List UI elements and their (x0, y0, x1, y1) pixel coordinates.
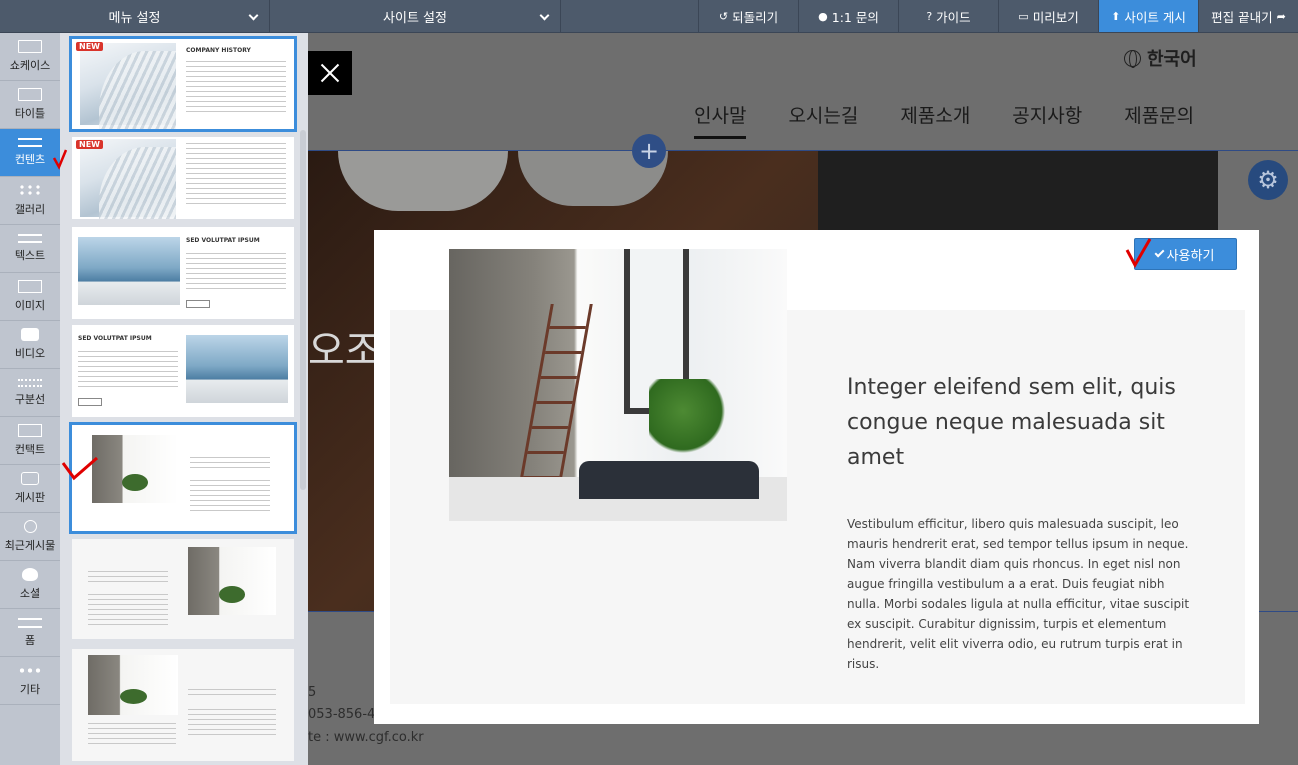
upload-icon: ⬆ (1111, 9, 1121, 23)
new-badge: NEW (76, 42, 103, 51)
nav-item-directions[interactable]: 오시는길 (788, 101, 858, 139)
language-label: 한국어 (1147, 49, 1197, 70)
template-thumbnail[interactable]: SED VOLUTPAT IPSUM (72, 325, 294, 417)
new-badge: NEW (76, 140, 103, 149)
template-thumbnail[interactable]: NEW COMPANY HISTORY (69, 36, 297, 132)
nav-item-greeting[interactable]: 인사말 (694, 101, 747, 139)
globe-icon (1124, 49, 1141, 68)
template-list-scrollbar[interactable] (300, 130, 306, 490)
title-icon (18, 88, 42, 101)
mail-icon (18, 424, 42, 437)
finish-edit-button[interactable]: 편집 끝내기 ➦ (1198, 0, 1298, 32)
video-icon (21, 328, 39, 341)
footer-text: 5 (308, 685, 317, 700)
add-section-button[interactable]: + (632, 134, 666, 168)
question-icon: ? (926, 9, 933, 23)
annotation-check-icon (52, 149, 68, 170)
footer-phone: 053-856-4 (308, 707, 376, 722)
site-nav: 인사말 오시는길 제품소개 공지사항 제품문의 (694, 101, 1194, 139)
site-settings-dropdown[interactable]: 사이트 설정 (270, 0, 561, 32)
more-icon (18, 664, 42, 677)
guide-button[interactable]: ? 가이드 (898, 0, 998, 32)
language-selector[interactable]: 한국어 (1124, 45, 1197, 71)
publish-button[interactable]: ⬆ 사이트 게시 (1098, 0, 1198, 32)
category-social[interactable]: 소셜 (0, 561, 60, 609)
undo-icon: ↺ (718, 9, 729, 23)
annotation-check-icon (61, 456, 98, 481)
image-icon (18, 280, 42, 293)
category-recent-posts[interactable]: 최근게시물 (0, 513, 60, 561)
template-list: NEW COMPANY HISTORY NEW SED VOLUTPAT IPS… (60, 33, 308, 765)
category-title[interactable]: 타이틀 (0, 81, 60, 129)
social-icon (22, 568, 38, 581)
category-showcase[interactable]: 쇼케이스 (0, 33, 60, 81)
hero-text: 오조 (308, 328, 382, 374)
showcase-icon (18, 40, 42, 53)
share-icon: ➦ (1276, 9, 1286, 23)
text-icon (18, 234, 42, 243)
form-icon (18, 617, 42, 628)
preview-body: Vestibulum efficitur, libero quis malesu… (847, 517, 1190, 671)
category-more[interactable]: 기타 (0, 657, 60, 705)
recent-posts-icon (23, 520, 37, 533)
template-thumbnail[interactable]: NEW (72, 137, 294, 219)
template-thumbnail[interactable]: SED VOLUTPAT IPSUM (72, 227, 294, 319)
category-video[interactable]: 비디오 (0, 321, 60, 369)
template-thumbnail-selected[interactable] (69, 422, 297, 534)
annotation-check-icon (1125, 238, 1152, 268)
user-icon: ● (818, 9, 828, 23)
category-text[interactable]: 텍스트 (0, 225, 60, 273)
editor-toolbar: 메뉴 설정 사이트 설정 ↺ 되돌리기 ● 1:1 문의 ? 가이드 ▭ 미리보… (0, 0, 1298, 33)
menu-settings-dropdown[interactable]: 메뉴 설정 (0, 0, 270, 32)
nav-item-notice[interactable]: 공지사항 (1012, 101, 1082, 139)
nav-item-inquiry[interactable]: 제품문의 (1124, 101, 1194, 139)
template-preview-modal: Integer eleifend sem elit, quis congue n… (374, 230, 1259, 724)
template-thumbnail[interactable] (72, 649, 294, 761)
category-board[interactable]: 게시판 (0, 465, 60, 513)
category-divider[interactable]: 구분선 (0, 369, 60, 417)
category-gallery[interactable]: 갤러리 (0, 177, 60, 225)
menu-settings-label: 메뉴 설정 (108, 10, 161, 26)
gear-icon[interactable]: ⚙ (1248, 160, 1288, 200)
chevron-down-icon (248, 10, 259, 21)
gallery-icon (18, 184, 42, 197)
preview-heading: Integer eleifend sem elit, quis congue n… (847, 375, 1176, 470)
inquiry-button[interactable]: ● 1:1 문의 (798, 0, 898, 32)
footer-website: te : www.cgf.co.kr (308, 730, 424, 745)
close-icon[interactable] (308, 51, 352, 95)
preview-photo (449, 249, 787, 521)
chevron-down-icon (539, 10, 550, 21)
nav-item-products[interactable]: 제품소개 (900, 101, 970, 139)
monitor-icon: ▭ (1018, 9, 1029, 23)
category-sidebar: 쇼케이스 타이틀 컨텐츠 갤러리 텍스트 이미지 비디오 구분선 컨택트 게시판… (0, 33, 60, 765)
category-contact[interactable]: 컨택트 (0, 417, 60, 465)
category-form[interactable]: 폼 (0, 609, 60, 657)
template-thumbnail[interactable] (72, 539, 294, 639)
divider-icon (18, 378, 42, 387)
category-contents[interactable]: 컨텐츠 (0, 129, 60, 177)
contents-icon (18, 138, 42, 147)
board-icon (21, 472, 39, 485)
undo-button[interactable]: ↺ 되돌리기 (698, 0, 798, 32)
category-image[interactable]: 이미지 (0, 273, 60, 321)
site-settings-label: 사이트 설정 (383, 10, 447, 26)
preview-button[interactable]: ▭ 미리보기 (998, 0, 1098, 32)
